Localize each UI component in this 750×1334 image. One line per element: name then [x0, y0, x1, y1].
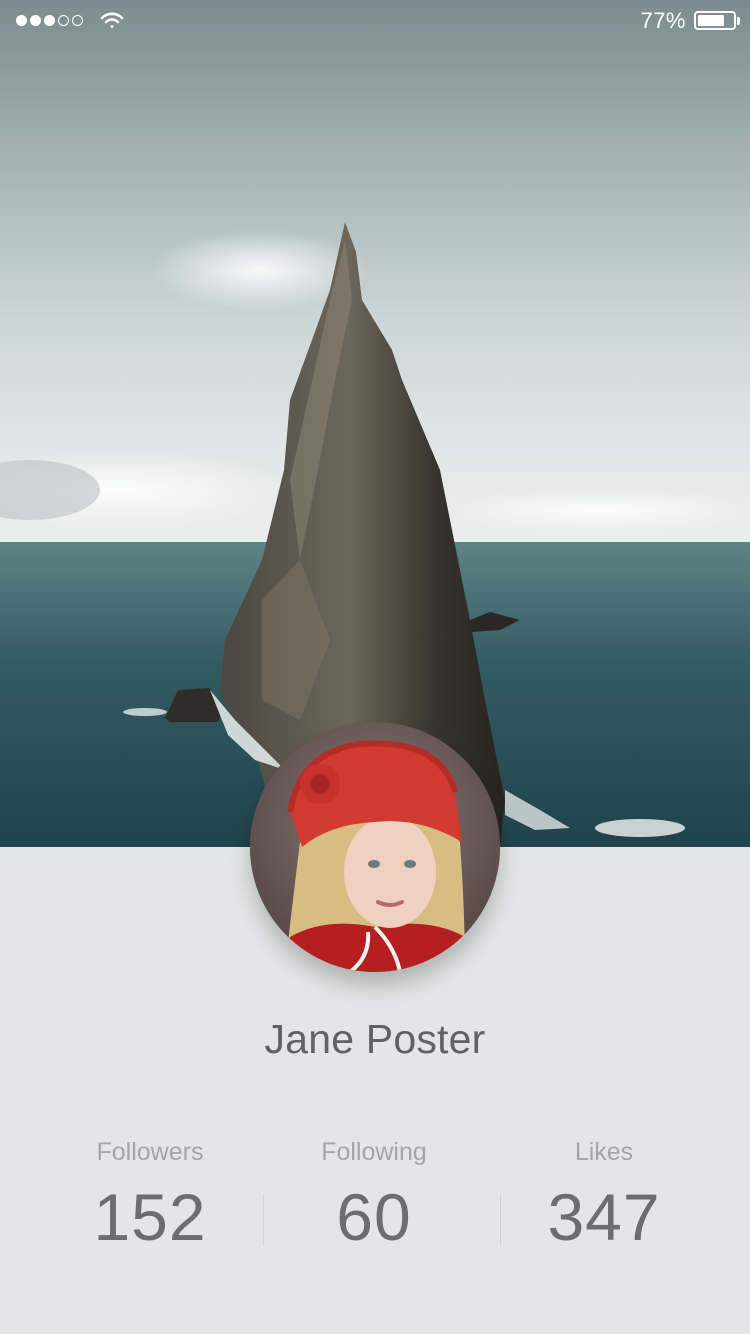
stat-label: Likes	[574, 1138, 634, 1166]
status-bar: 77%	[0, 0, 750, 40]
battery-icon	[694, 11, 736, 30]
battery-level-fill	[698, 15, 724, 26]
avatar[interactable]	[250, 722, 500, 972]
cover-photo	[0, 0, 750, 847]
signal-dot	[72, 15, 83, 26]
stat-followers[interactable]: Followers 152	[40, 1134, 260, 1252]
signal-dot	[58, 15, 69, 26]
sea-stack-illustration	[0, 222, 750, 847]
stat-value: 152	[93, 1180, 207, 1254]
signal-dot	[44, 15, 55, 26]
stat-value: 347	[547, 1180, 661, 1254]
signal-strength-indicator	[16, 15, 83, 26]
stat-value: 60	[336, 1180, 412, 1254]
profile-stats: Followers 152 Following 60 Likes 347	[0, 1134, 750, 1264]
battery-tip	[737, 17, 740, 25]
stat-label: Following	[321, 1138, 427, 1166]
battery-percentage: 77%	[640, 8, 686, 33]
profile-name: Jane Poster	[264, 1016, 486, 1062]
stat-following[interactable]: Following 60	[264, 1134, 484, 1252]
avatar-photo	[250, 722, 500, 972]
wifi-icon	[100, 12, 124, 29]
stat-label: Followers	[96, 1138, 204, 1166]
signal-dot	[30, 15, 41, 26]
signal-dot	[16, 15, 27, 26]
stat-likes[interactable]: Likes 347	[494, 1134, 714, 1252]
